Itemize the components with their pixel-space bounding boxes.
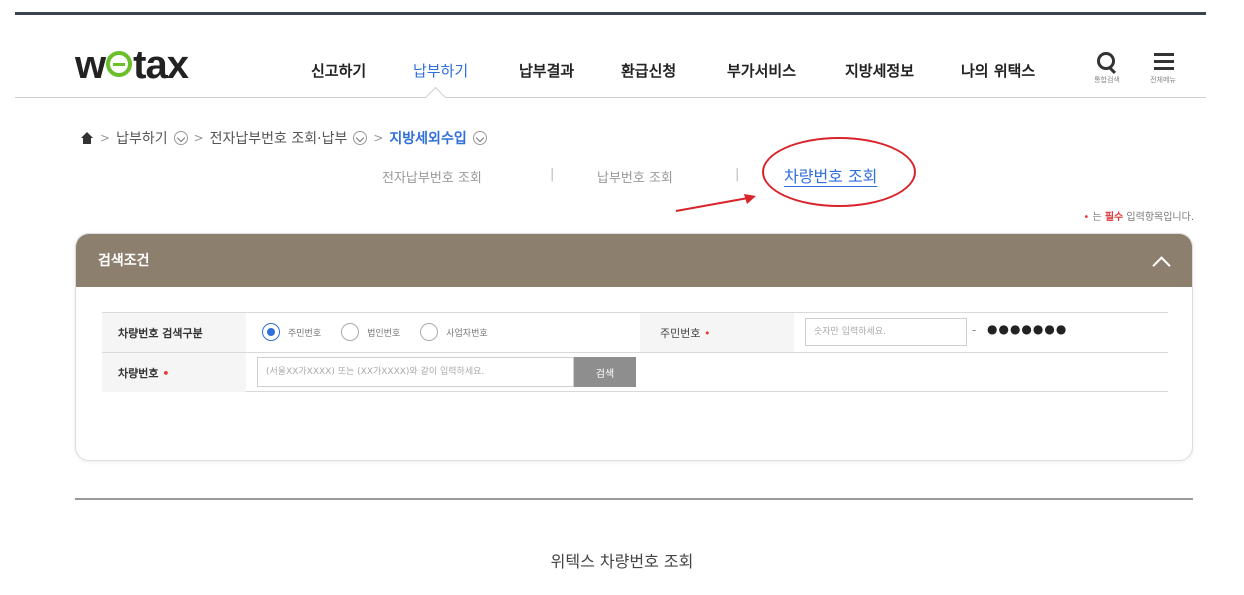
breadcrumb-item-current[interactable]: 지방세외수입 [389, 128, 466, 148]
ssn-separator: - [972, 323, 977, 337]
annotation-circle [762, 137, 916, 207]
breadcrumb: > 납부하기 > 전자납부번호 조회·납부 > 지방세외수입 [80, 128, 487, 148]
search-condition-panel: 검색조건 차량번호 검색구분 주민번호 법인번호 사업자번호 주민번호 • - … [75, 233, 1193, 461]
wetax-logo[interactable]: w tax [75, 43, 189, 87]
breadcrumb-item-electronic-payment[interactable]: 전자납부번호 조회·납부 [210, 128, 348, 148]
resident-number-label-text: 주민번호 [660, 327, 701, 340]
form-row-vehicle-number: 차량번호 • 검색 [102, 352, 1168, 392]
search-type-label: 차량번호 검색구분 [118, 327, 203, 340]
resident-number-label: 주민번호 • [660, 325, 710, 341]
required-note-prefix: 는 [1092, 212, 1105, 223]
menu-caption: 전체메뉴 [1150, 76, 1176, 84]
breadcrumb-separator: > [373, 131, 384, 145]
annotation-arrow-icon [675, 194, 756, 212]
vehicle-number-input[interactable] [257, 357, 574, 387]
subtab-separator: | [735, 167, 740, 182]
vehicle-number-label: 차량번호 • [118, 365, 169, 381]
home-icon[interactable] [80, 131, 94, 145]
image-caption: 위텍스 차량번호 조회 [550, 552, 694, 571]
subtab-separator: | [550, 167, 555, 182]
form-row-search-type: 차량번호 검색구분 주민번호 법인번호 사업자번호 주민번호 • - ●●●●●… [102, 312, 1168, 352]
required-mark: • [162, 367, 170, 380]
integrated-search-button[interactable]: 통합검색 [1087, 51, 1127, 85]
breadcrumb-item-payment[interactable]: 납부하기 [116, 128, 168, 148]
label-cell: 차량번호 • [102, 353, 246, 392]
ssn-masked-digits: ●●●●●●● [987, 322, 1068, 336]
logo-text-tax: tax [133, 43, 189, 87]
chevron-down-icon[interactable] [173, 131, 188, 145]
search-button[interactable]: 검색 [574, 357, 636, 387]
breadcrumb-separator: > [193, 131, 204, 145]
nav-extra-services[interactable]: 부가서비스 [727, 60, 796, 81]
subtab-electronic-payment-number[interactable]: 전자납부번호 조회 [382, 167, 482, 186]
radio-label-corporate-number: 법인번호 [367, 328, 401, 339]
logo-e-icon [106, 51, 133, 78]
search-icon [1087, 51, 1127, 75]
required-note-strong: 필수 [1104, 212, 1124, 223]
bottom-rule [75, 498, 1193, 500]
required-dot: • [1083, 212, 1090, 223]
breadcrumb-separator: > [100, 131, 111, 145]
search-type-radio-group: 주민번호 법인번호 사업자번호 [262, 323, 500, 341]
all-menu-button[interactable]: 전체메뉴 [1143, 51, 1183, 85]
label-cell: 주민번호 • [640, 313, 794, 352]
resident-number-input[interactable] [805, 318, 967, 346]
vehicle-number-label-text: 차량번호 [118, 367, 159, 380]
nav-payment-result[interactable]: 납부결과 [519, 60, 574, 81]
required-note-suffix: 입력항목입니다. [1123, 212, 1194, 223]
search-caption: 통합검색 [1094, 76, 1120, 84]
logo-text-w: w [75, 43, 106, 87]
hamburger-menu-icon [1143, 51, 1183, 73]
radio-label-resident-number: 주민번호 [288, 328, 322, 339]
label-cell: 차량번호 검색구분 [102, 313, 246, 352]
radio-resident-number[interactable] [262, 323, 280, 341]
nav-file-report[interactable]: 신고하기 [311, 60, 366, 81]
chevron-up-icon[interactable] [1154, 254, 1168, 268]
subtab-payment-number[interactable]: 납부번호 조회 [597, 167, 673, 186]
chevron-down-icon[interactable] [353, 131, 368, 145]
nav-refund[interactable]: 환급신청 [621, 60, 676, 81]
chevron-down-icon[interactable] [472, 131, 487, 145]
panel-title: 검색조건 [98, 253, 150, 269]
site-header: w tax 신고하기 납부하기 납부결과 환급신청 부가서비스 지방세정보 나의 … [15, 15, 1206, 98]
active-nav-caret [424, 84, 446, 98]
nav-payment[interactable]: 납부하기 [413, 60, 468, 81]
panel-header: 검색조건 [76, 234, 1192, 287]
nav-my-wetax[interactable]: 나의 위택스 [961, 60, 1035, 81]
radio-business-number[interactable] [420, 323, 439, 341]
radio-corporate-number[interactable] [341, 323, 360, 341]
radio-label-business-number: 사업자번호 [446, 328, 488, 339]
nav-local-tax-info[interactable]: 지방세정보 [845, 60, 914, 81]
required-mark: • [703, 327, 711, 340]
required-note: • 는 필수 입력항목입니다. [1083, 208, 1194, 223]
